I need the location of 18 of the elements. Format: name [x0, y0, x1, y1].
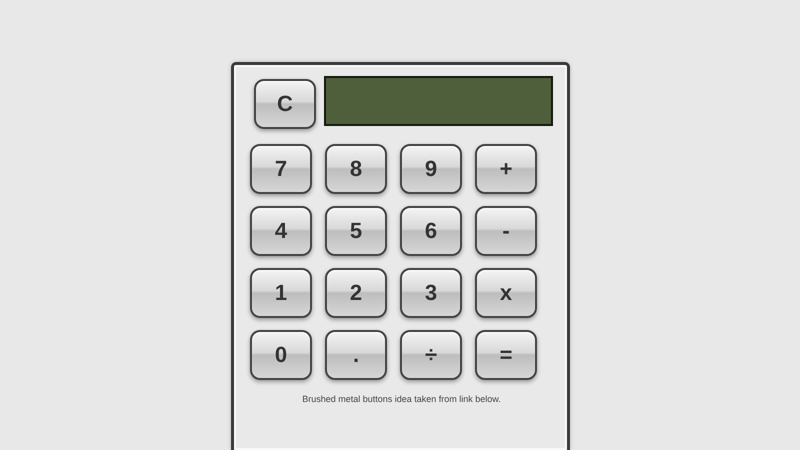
- calculator-key[interactable]: x: [475, 268, 537, 318]
- calculator-key[interactable]: ÷: [400, 330, 462, 380]
- calculator-key[interactable]: =: [475, 330, 537, 380]
- calculator-key[interactable]: 3: [400, 268, 462, 318]
- calculator-key[interactable]: -: [475, 206, 537, 256]
- calculator-key[interactable]: .: [325, 330, 387, 380]
- calculator-key[interactable]: +: [475, 144, 537, 194]
- clear-button[interactable]: C: [254, 79, 316, 129]
- credit-note: Brushed metal buttons idea taken from link below.: [301, 394, 502, 404]
- calculator-key[interactable]: 6: [400, 206, 462, 256]
- calculator-key[interactable]: 1: [250, 268, 312, 318]
- calculator-key[interactable]: 2: [325, 268, 387, 318]
- calculator-key[interactable]: 5: [325, 206, 387, 256]
- calculator-key[interactable]: 0: [250, 330, 312, 380]
- calculator-key[interactable]: 9: [400, 144, 462, 194]
- calculator-key[interactable]: 7: [250, 144, 312, 194]
- calculator-key[interactable]: 8: [325, 144, 387, 194]
- calculator-key[interactable]: 4: [250, 206, 312, 256]
